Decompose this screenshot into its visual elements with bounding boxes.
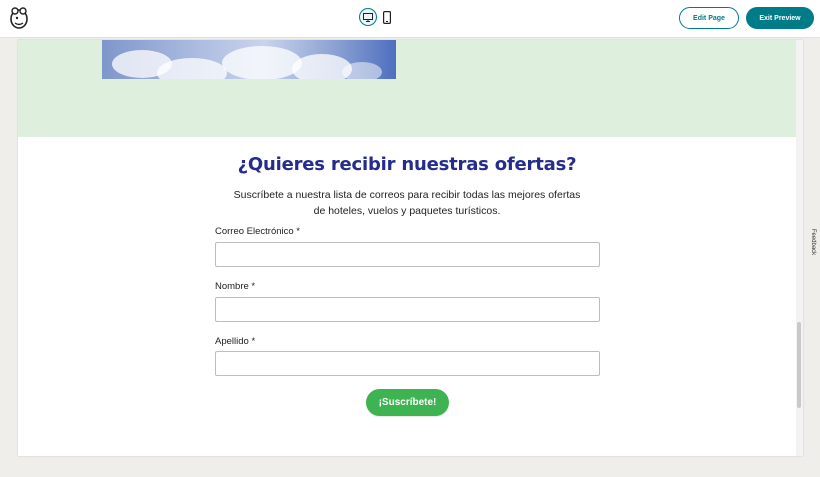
email-field[interactable]	[215, 242, 600, 267]
feedback-tab[interactable]: Feedback	[806, 227, 820, 257]
exit-preview-button[interactable]: Exit Preview	[746, 7, 814, 29]
top-toolbar: Edit Page Exit Preview	[0, 0, 820, 38]
subtitle-line: Suscríbete a nuestra lista de correos pa…	[233, 189, 581, 201]
sky-clouds-image	[102, 40, 396, 79]
edit-page-button[interactable]: Edit Page	[679, 7, 739, 29]
feedback-label: Feedback	[810, 228, 817, 256]
mailchimp-logo-icon[interactable]	[8, 6, 30, 30]
first-name-label: Nombre *	[215, 281, 256, 292]
mobile-phone-icon[interactable]	[382, 9, 392, 25]
hero-section	[18, 40, 796, 137]
subtitle-line: de hoteles, vuelos y paquetes turísticos…	[313, 205, 501, 217]
first-name-field[interactable]	[215, 297, 600, 322]
scrollbar-thumb[interactable]	[797, 322, 801, 408]
last-name-field[interactable]	[215, 351, 600, 376]
page-preview-frame: ¿Quieres recibir nuestras ofertas? Suscr…	[18, 40, 803, 456]
last-name-label: Apellido *	[215, 336, 256, 347]
desktop-monitor-icon[interactable]	[359, 8, 377, 26]
subscribe-button[interactable]: ¡Suscríbete!	[366, 389, 449, 416]
email-label: Correo Electrónico *	[215, 226, 301, 237]
page-title: ¿Quieres recibir nuestras ofertas?	[237, 154, 577, 175]
page-subtitle: Suscríbete a nuestra lista de correos pa…	[202, 187, 612, 219]
